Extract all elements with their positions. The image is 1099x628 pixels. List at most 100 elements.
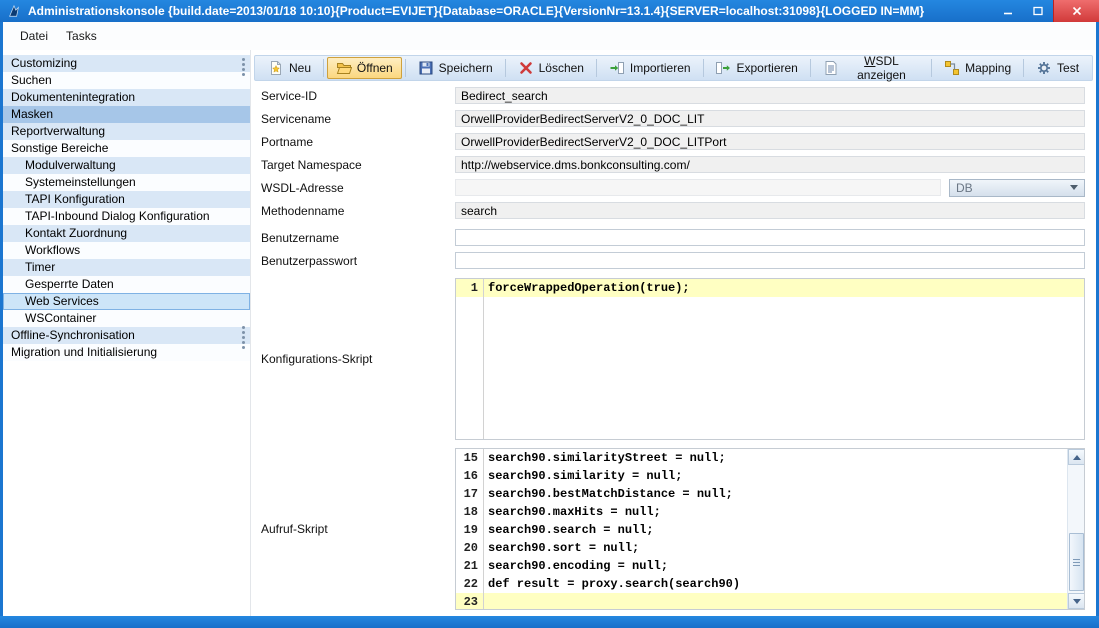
close-button[interactable] [1053,0,1099,22]
scroll-down-button[interactable] [1068,593,1085,609]
line-number: 16 [456,467,483,485]
sidebar-item[interactable]: TAPI Konfiguration [3,191,250,208]
code-line[interactable]: 23 [456,593,1067,610]
sidebar-scroll-grip-middle[interactable] [242,326,245,349]
wsdl-adresse-input[interactable] [455,179,941,196]
menu-bar: Datei Tasks [3,22,1096,50]
code-text: def result = proxy.search(search90) [483,575,740,593]
aufruf-skript-label: Aufruf-Skript [261,522,455,536]
sidebar-item-label: WSContainer [25,311,96,325]
sidebar-item[interactable]: Customizing [3,55,250,72]
scroll-thumb[interactable] [1069,533,1084,591]
code-line[interactable]: 19 search90.search = null; [456,521,1067,539]
neu-label: Neu [289,61,311,75]
gutter-separator [483,449,484,609]
sidebar-item-label: TAPI Konfiguration [25,192,125,206]
test-label: Test [1057,61,1079,75]
sidebar-item[interactable]: Workflows [3,242,250,259]
code-line[interactable]: 1 forceWrappedOperation(true); [456,279,1084,297]
sidebar-item-label: Suchen [11,73,52,87]
neu-button[interactable]: Neu [259,57,320,79]
sidebar-item[interactable]: Reportverwaltung [3,123,250,140]
portname-input[interactable] [455,133,1085,150]
aufruf-skript-editor[interactable]: 15 search90.similarityStreet = null; 16 … [455,448,1085,610]
vertical-scrollbar[interactable] [1067,449,1084,609]
code-line[interactable]: 16 search90.similarity = null; [456,467,1067,485]
methodenname-input[interactable] [455,202,1085,219]
importieren-label: Importieren [630,61,691,75]
sidebar-item[interactable]: Dokumentenintegration [3,89,250,106]
code-line[interactable]: 15 search90.similarityStreet = null; [456,449,1067,467]
wsdl-source-dropdown[interactable]: DB [949,179,1085,197]
sidebar-item-label: Migration und Initialisierung [11,345,157,359]
content-body: Customizing Suchen Dokumentenintegration… [3,50,1096,616]
sidebar-item[interactable]: Sonstige Bereiche [3,140,250,157]
speichern-label: Speichern [439,61,493,75]
sidebar-item[interactable]: TAPI-Inbound Dialog Konfiguration [3,208,250,225]
chevron-down-icon [1070,185,1078,190]
sidebar-item[interactable]: Migration und Initialisierung [3,344,250,361]
sidebar-scroll-grip-top[interactable] [242,58,245,76]
sidebar-item[interactable]: Offline-Synchronisation [3,327,250,344]
service-id-input[interactable] [455,87,1085,104]
sidebar-item[interactable]: Systemeinstellungen [3,174,250,191]
sidebar-item-label: Kontakt Zuordnung [25,226,127,240]
sidebar-item[interactable]: Timer [3,259,250,276]
line-number: 1 [456,279,483,297]
sidebar: Customizing Suchen Dokumentenintegration… [3,50,250,616]
sidebar-item-label: Customizing [11,56,77,70]
code-text: search90.similarityStreet = null; [483,449,726,467]
sidebar-item[interactable]: Kontakt Zuordnung [3,225,250,242]
exportieren-button[interactable]: Exportieren [706,57,806,79]
service-id-label: Service-ID [261,89,455,103]
exportieren-label: Exportieren [736,61,797,75]
sidebar-item-label: Sonstige Bereiche [11,141,108,155]
import-arrow-icon [609,60,625,76]
benutzerpasswort-label: Benutzerpasswort [261,254,455,268]
gutter-separator [483,279,484,439]
loeschen-button[interactable]: Löschen [509,57,593,79]
speichern-button[interactable]: Speichern [409,57,502,79]
service-form: Service-ID Servicename Portname Target N… [254,81,1093,618]
benutzername-input[interactable] [455,229,1085,246]
aufruf-skript-row: Aufruf-Skript 15 search90.similarityStre… [261,448,1085,610]
code-line[interactable]: 18 search90.maxHits = null; [456,503,1067,521]
code-line[interactable]: 22 def result = proxy.search(search90) [456,575,1067,593]
minimize-button[interactable] [993,0,1023,22]
target-namespace-label: Target Namespace [261,158,455,172]
scroll-up-button[interactable] [1068,449,1085,465]
sidebar-item[interactable]: Modulverwaltung [3,157,250,174]
konfigurations-skript-editor[interactable]: 1 forceWrappedOperation(true); [455,278,1085,440]
test-button[interactable]: Test [1027,57,1088,79]
sidebar-item-label: Web Services [25,294,99,308]
sidebar-item[interactable]: Web Services [3,293,250,310]
sidebar-item-label: Dokumentenintegration [11,90,135,104]
mapping-label: Mapping [965,61,1011,75]
konfigurations-skript-label: Konfigurations-Skript [261,352,455,366]
loeschen-label: Löschen [539,61,584,75]
code-line[interactable]: 17 search90.bestMatchDistance = null; [456,485,1067,503]
sidebar-item[interactable]: Masken [3,106,250,123]
menu-tasks[interactable]: Tasks [57,25,106,47]
line-number: 18 [456,503,483,521]
code-text: search90.maxHits = null; [483,503,661,521]
maximize-button[interactable] [1023,0,1053,22]
sidebar-item[interactable]: WSContainer [3,310,250,327]
benutzerpasswort-input[interactable] [455,252,1085,269]
importieren-button[interactable]: Importieren [600,57,700,79]
delete-x-icon [518,60,534,76]
target-namespace-input[interactable] [455,156,1085,173]
line-number: 15 [456,449,483,467]
benutzerpasswort-row: Benutzerpasswort [261,252,1085,269]
code-line[interactable]: 21 search90.encoding = null; [456,557,1067,575]
wsdl-anzeigen-button[interactable]: WSDL anzeigen [814,57,928,79]
servicename-input[interactable] [455,110,1085,127]
menu-datei[interactable]: Datei [11,25,57,47]
mapping-button[interactable]: Mapping [935,57,1020,79]
window-frame: Datei Tasks Customizing Suchen Dokumente… [0,22,1099,616]
sidebar-item-label: TAPI-Inbound Dialog Konfiguration [25,209,210,223]
code-line[interactable]: 20 search90.sort = null; [456,539,1067,557]
oeffnen-button[interactable]: Öffnen [327,57,402,79]
sidebar-item[interactable]: Suchen [3,72,250,89]
sidebar-item[interactable]: Gesperrte Daten [3,276,250,293]
